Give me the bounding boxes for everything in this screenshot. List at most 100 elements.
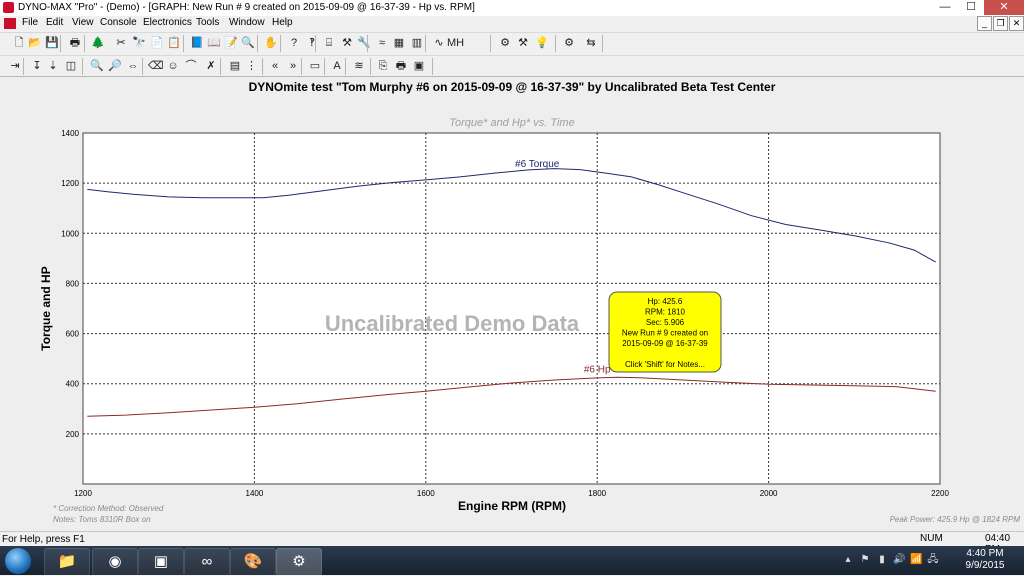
legend-icon[interactable]: ≋ <box>352 59 366 73</box>
menu-window[interactable]: Window <box>229 17 265 28</box>
start-button[interactable] <box>5 548 31 574</box>
minimize-button[interactable]: — <box>932 0 958 15</box>
y-tick-label: 600 <box>66 330 80 339</box>
status-num-lock: NUM <box>920 533 943 544</box>
pan-icon[interactable]: ⇔ <box>126 59 140 73</box>
menu-electronics[interactable]: Electronics <box>143 17 192 28</box>
taskbar-clock[interactable]: 4:40 PM 9/9/2015 <box>958 548 1012 572</box>
maximize-button[interactable]: ☐ <box>958 0 984 15</box>
toolbar-separator <box>142 58 143 75</box>
print-setup-icon[interactable]: 🖶 <box>68 36 82 50</box>
print-graph-icon[interactable]: 🖶 <box>394 59 408 73</box>
tooltip-line: Hp: 425.6 <box>648 297 683 306</box>
mhz-icon[interactable]: MH <box>447 36 464 50</box>
tabular-icon[interactable]: ▭ <box>308 59 322 73</box>
menu-edit[interactable]: Edit <box>46 17 63 28</box>
erase-icon[interactable]: ⌫ <box>148 59 164 73</box>
marker-icon[interactable]: ⇣ <box>46 59 60 73</box>
folder-icon: 📁 <box>57 553 77 570</box>
new-file-icon[interactable]: 🗋 <box>12 36 26 50</box>
menu-view[interactable]: View <box>72 17 94 28</box>
dyno-chart[interactable]: 1200 1400 1600 1800 2000 2200 200 400 600 800 100… <box>0 76 1024 530</box>
tree-icon[interactable]: 🌲 <box>91 36 105 50</box>
y-tick-label: 1200 <box>61 179 79 188</box>
mdi-minimize-button[interactable]: _ <box>977 16 992 31</box>
hammer-icon[interactable]: ⚒ <box>516 36 530 50</box>
next-run-icon[interactable]: » <box>286 59 300 73</box>
menu-help[interactable]: Help <box>272 17 293 28</box>
menu-tools[interactable]: Tools <box>196 17 219 28</box>
display-icon[interactable]: 🖧 <box>927 554 939 566</box>
pin-icon[interactable]: ⇥ <box>8 59 22 73</box>
red-x-tool-icon[interactable]: ✗ <box>204 59 218 73</box>
waveform-icon[interactable]: ∿ <box>432 36 446 50</box>
save-icon[interactable]: 💾 <box>45 36 59 50</box>
network-icon[interactable]: 📶 <box>910 554 922 566</box>
mdi-close-button[interactable]: ✕ <box>1009 16 1024 31</box>
book-open-icon[interactable]: 📖 <box>207 36 221 50</box>
chart-setup-icon[interactable]: ⌸ <box>322 36 336 50</box>
close-button[interactable]: ✕ <box>984 0 1024 15</box>
peak-power-note: Peak Power: 425.9 Hp @ 1824 RPM <box>890 515 1021 524</box>
channels-icon[interactable]: ⋮⋮ <box>246 59 268 73</box>
columns-icon[interactable]: ▥ <box>410 36 424 50</box>
show-hidden-icons[interactable]: ▴ <box>842 554 854 566</box>
correction-method-note: * Correction Method: Observed <box>53 504 164 513</box>
export-icon[interactable]: ⇆ <box>584 36 598 50</box>
copy-icon[interactable]: 📄 <box>150 36 164 50</box>
zoom-out-icon[interactable]: 🔎 <box>108 59 122 73</box>
open-folder-icon[interactable]: 📂 <box>28 36 42 50</box>
wrench-icon[interactable]: 🔧 <box>357 36 371 50</box>
binoculars-icon[interactable]: 🔭 <box>132 36 146 50</box>
zoom-box-icon[interactable]: ◫ <box>64 59 78 73</box>
menu-console[interactable]: Console <box>100 17 137 28</box>
tools-icon[interactable]: ⚒ <box>340 36 354 50</box>
taskbar-app-task-manager[interactable]: ▣ <box>138 548 184 576</box>
toolbar-separator <box>82 58 83 75</box>
context-help-icon[interactable]: ‽ <box>305 36 319 50</box>
preview-icon[interactable]: 🔍 <box>241 36 255 50</box>
help-icon[interactable]: ? <box>287 36 301 50</box>
sliders-icon[interactable]: ⚙ <box>498 36 512 50</box>
taskbar-app-paint[interactable]: 🎨 <box>230 548 276 576</box>
person-icon[interactable]: ☺ <box>166 59 180 73</box>
hand-icon[interactable]: ✋ <box>264 36 278 50</box>
data-table-icon[interactable]: ▤ <box>228 59 242 73</box>
cut-icon[interactable]: ✂ <box>114 36 128 50</box>
taskbar-app-folder[interactable]: 📁 <box>44 548 90 576</box>
prev-run-icon[interactable]: « <box>268 59 282 73</box>
taskbar-app-chrome[interactable]: ◉ <box>92 548 138 576</box>
notepad-icon[interactable]: 📝 <box>224 36 238 50</box>
plot-area <box>82 132 941 485</box>
tool-graph-icon[interactable]: ⚙ <box>562 36 576 50</box>
action-center-icon[interactable]: ⚑ <box>859 554 871 566</box>
toolbar-separator <box>367 35 368 52</box>
taskbar-app-dyno-max[interactable]: ⚙ <box>276 548 322 576</box>
bulb-icon[interactable]: 💡 <box>535 36 549 50</box>
mdi-icon[interactable] <box>4 18 16 29</box>
paste-icon[interactable]: 📋 <box>167 36 181 50</box>
curve-icon[interactable]: ⌒ <box>184 59 198 73</box>
calibrate-icon[interactable]: ≈ <box>375 36 389 50</box>
book-icon[interactable]: 📘 <box>190 36 204 50</box>
tooltip-line: 2015-09-09 @ 16-37-39 <box>622 339 708 348</box>
notes-icon[interactable]: ▣ <box>412 59 426 73</box>
copy-graph-icon[interactable]: ⎘ <box>376 59 390 73</box>
tooltip-line: Sec: 5.906 <box>646 318 685 327</box>
toolbar-separator <box>23 58 24 75</box>
volume-icon[interactable]: 🔊 <box>893 554 905 566</box>
cursor-icon[interactable]: ↧ <box>30 59 44 73</box>
taskbar-app-dynomite[interactable]: ∞ <box>184 548 230 576</box>
y-tick-label: 1400 <box>61 129 79 138</box>
text-tool-icon[interactable]: A <box>330 59 344 73</box>
app-icon[interactable] <box>3 2 14 13</box>
toolbar-separator <box>220 58 221 75</box>
mdi-restore-button[interactable]: ❐ <box>993 16 1008 31</box>
y-axis-label: Torque and HP <box>39 266 53 350</box>
grid-icon[interactable]: ▦ <box>392 36 406 50</box>
toolbar-separator <box>315 35 316 52</box>
battery-icon[interactable]: ▮ <box>876 554 888 566</box>
menu-file[interactable]: File <box>22 17 38 28</box>
zoom-in-icon[interactable]: 🔍 <box>90 59 104 73</box>
x-tick-label: 1600 <box>417 489 435 498</box>
